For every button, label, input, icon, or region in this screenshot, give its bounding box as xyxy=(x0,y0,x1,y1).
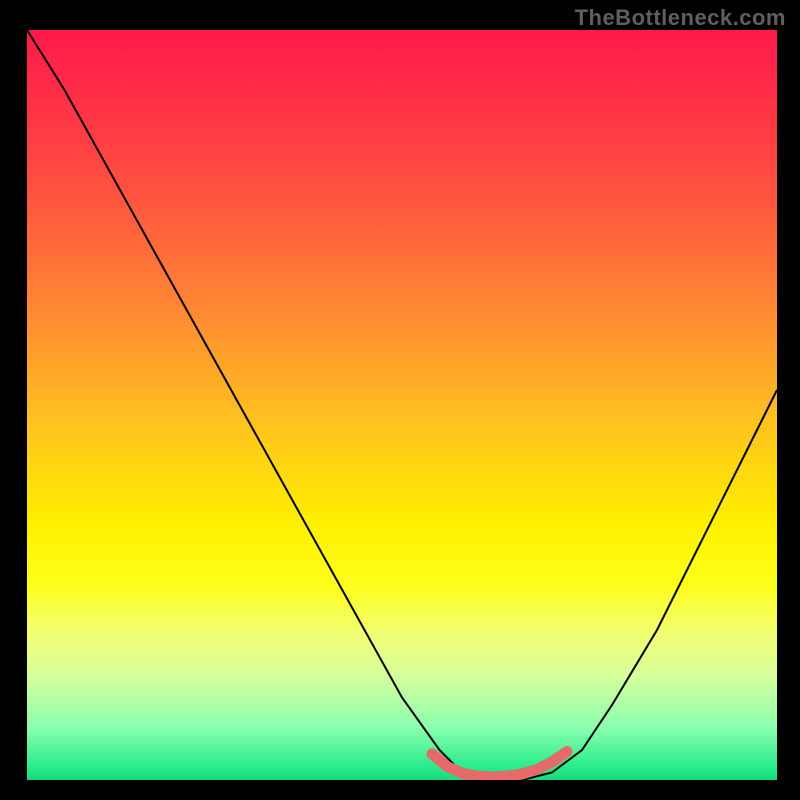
watermark-text: TheBottleneck.com xyxy=(575,5,786,31)
plot-area xyxy=(27,30,777,780)
chart-frame: TheBottleneck.com xyxy=(0,0,800,800)
bottleneck-chart xyxy=(27,30,777,780)
gradient-background xyxy=(27,30,777,780)
